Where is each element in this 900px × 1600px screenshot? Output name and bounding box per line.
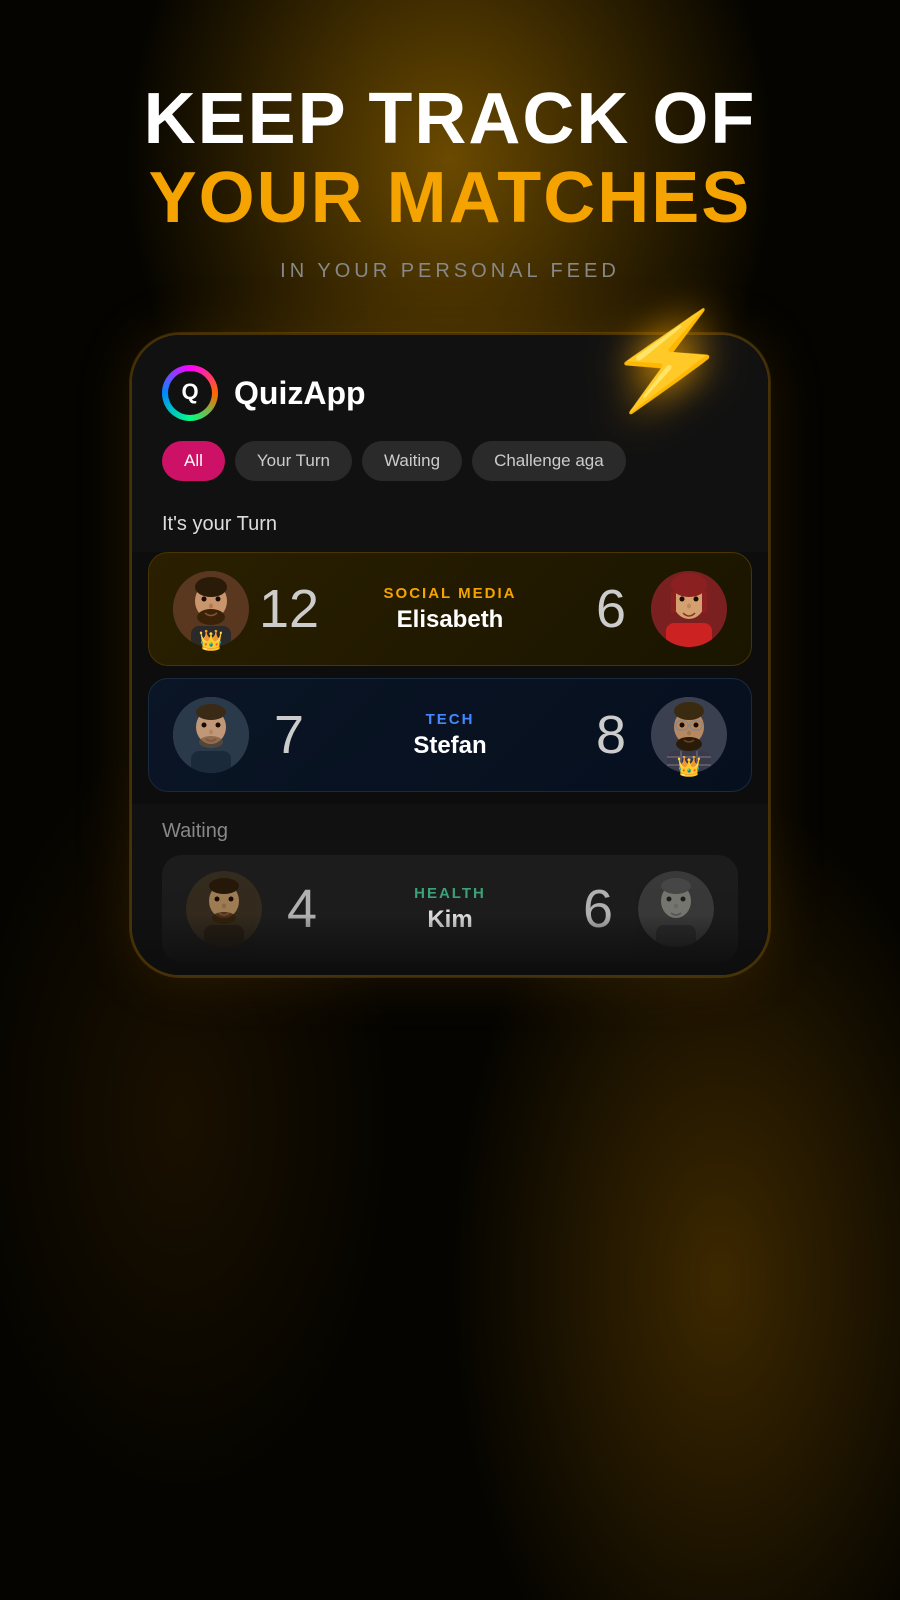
- tab-challenge[interactable]: Challenge aga: [472, 441, 626, 481]
- lightning-icon: ⚡: [601, 298, 735, 425]
- my-score-1: 12: [249, 578, 329, 640]
- opp-score-2: 8: [571, 704, 651, 766]
- svg-text:Q: Q: [181, 379, 198, 404]
- app-logo: Q: [162, 365, 218, 421]
- title-line2: YOUR MATCHES: [144, 159, 757, 238]
- phone-frame: Q QuizApp All Your Turn Waiting Challeng…: [130, 333, 770, 977]
- wait-category: HEALTH: [352, 885, 548, 902]
- opp-score-1: 6: [571, 578, 651, 640]
- waiting-card-1[interactable]: 4 HEALTH Kim 6: [162, 855, 738, 963]
- match-category-2: TECH: [339, 711, 561, 728]
- tab-your-turn[interactable]: Your Turn: [235, 441, 352, 481]
- opp-avatar-img-1: [651, 571, 727, 647]
- match-info-2: TECH Stefan: [329, 711, 571, 760]
- match-card-1[interactable]: 👑 12 SOCIAL MEDIA Elisabeth 6: [148, 552, 752, 666]
- phone-inner: Q QuizApp All Your Turn Waiting Challeng…: [132, 335, 768, 975]
- opp-avatar-2: 👑: [651, 697, 727, 773]
- wait-my-avatar: [186, 871, 262, 947]
- filter-tabs: All Your Turn Waiting Challenge aga: [132, 441, 768, 501]
- title-section: KEEP TRACK OF YOUR MATCHES IN YOUR PERSO…: [144, 0, 757, 303]
- opp-avatar-1: [651, 571, 727, 647]
- phone-wrapper: ⚡ Q QuizAp: [130, 333, 770, 977]
- wait-opp-avatar: [638, 871, 714, 947]
- tab-waiting[interactable]: Waiting: [362, 441, 462, 481]
- my-avatar-2: [173, 697, 249, 773]
- waiting-section: Waiting: [132, 804, 768, 975]
- avatar-img-2: [173, 697, 249, 773]
- tab-all[interactable]: All: [162, 441, 225, 481]
- match-category-1: SOCIAL MEDIA: [339, 585, 561, 602]
- match-opponent-2: Stefan: [339, 732, 561, 760]
- wait-my-score: 4: [262, 878, 342, 940]
- waiting-label: Waiting: [162, 820, 738, 843]
- my-avatar-1: 👑: [173, 571, 249, 647]
- wait-opp-score: 6: [558, 878, 638, 940]
- wait-match-info: HEALTH Kim: [342, 885, 558, 934]
- wait-opp-avatar-img: [638, 871, 714, 947]
- title-line1: KEEP TRACK OF: [144, 80, 757, 159]
- match-opponent-1: Elisabeth: [339, 606, 561, 634]
- main-content: KEEP TRACK OF YOUR MATCHES IN YOUR PERSO…: [0, 0, 900, 977]
- subtitle: IN YOUR PERSONAL FEED: [144, 260, 757, 283]
- section-your-turn-label: It's your Turn: [132, 501, 768, 552]
- app-name: QuizApp: [234, 375, 366, 412]
- wait-avatar-img: [186, 871, 262, 947]
- crown-opp-2: 👑: [677, 754, 702, 779]
- app-logo-inner: Q: [168, 371, 212, 415]
- match-card-2[interactable]: 7 TECH Stefan 8: [148, 678, 752, 792]
- match-info-1: SOCIAL MEDIA Elisabeth: [329, 585, 571, 634]
- crown-1: 👑: [199, 628, 224, 653]
- wait-opponent-name: Kim: [352, 906, 548, 934]
- my-score-2: 7: [249, 704, 329, 766]
